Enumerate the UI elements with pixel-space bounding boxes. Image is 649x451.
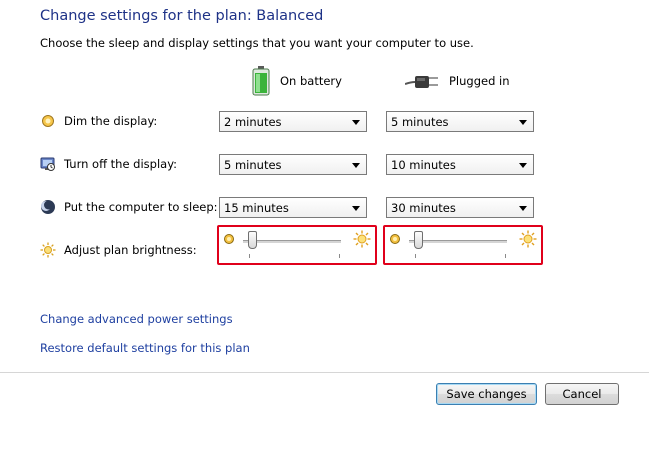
battery-brightness-highlight [217, 225, 377, 265]
battery-brightness-slider[interactable] [219, 227, 375, 263]
slider-tick [339, 254, 340, 258]
slider-track [243, 240, 341, 243]
chevron-down-icon [519, 120, 527, 125]
brightness-row-label: Adjust plan brightness: [40, 240, 197, 260]
power-plug-icon [405, 76, 438, 88]
sleep-plugged-select[interactable]: 30 minutes [386, 197, 534, 218]
battery-icon [252, 66, 270, 96]
plugged-column-header: Plugged in [405, 66, 510, 96]
page-title: Change settings for the plan: Balanced [40, 8, 324, 24]
dim-display-icon [42, 115, 54, 127]
advanced-settings-link[interactable]: Change advanced power settings [40, 312, 233, 326]
dim-display-battery-select[interactable]: 2 minutes [219, 111, 367, 132]
footer-divider [0, 372, 649, 373]
battery-column-header: On battery [252, 66, 342, 96]
save-changes-button[interactable]: Save changes [436, 383, 537, 405]
display-off-battery-select[interactable]: 5 minutes [219, 154, 367, 175]
dim-brightness-icon [224, 234, 234, 244]
slider-thumb[interactable] [414, 231, 424, 249]
display-off-plugged-select[interactable]: 10 minutes [386, 154, 534, 175]
display-off-icon [40, 157, 55, 171]
sleep-row-label: Put the computer to sleep: [40, 197, 218, 217]
dim-display-plugged-select[interactable]: 5 minutes [386, 111, 534, 132]
dim-display-row-label: Dim the display: [40, 111, 157, 131]
plugged-brightness-slider[interactable] [385, 227, 541, 263]
cancel-button[interactable]: Cancel [545, 383, 619, 405]
battery-column-label: On battery [280, 74, 342, 88]
chevron-down-icon [519, 163, 527, 168]
plugged-brightness-highlight [383, 225, 543, 265]
sleep-moon-icon [41, 200, 55, 214]
chevron-down-icon [352, 163, 360, 168]
slider-track [409, 240, 507, 243]
slider-tick [415, 254, 416, 258]
slider-tick [249, 254, 250, 258]
chevron-down-icon [352, 120, 360, 125]
chevron-down-icon [519, 206, 527, 211]
bright-brightness-icon [519, 230, 537, 248]
slider-thumb[interactable] [248, 231, 258, 249]
brightness-sun-icon [40, 242, 56, 258]
dim-brightness-icon [390, 234, 400, 244]
sleep-battery-select[interactable]: 15 minutes [219, 197, 367, 218]
page-subtitle: Choose the sleep and display settings th… [40, 36, 474, 50]
plugged-column-label: Plugged in [449, 74, 510, 88]
slider-tick [505, 254, 506, 258]
chevron-down-icon [352, 206, 360, 211]
display-off-row-label: Turn off the display: [40, 154, 177, 174]
restore-defaults-link[interactable]: Restore default settings for this plan [40, 341, 250, 355]
bright-brightness-icon [353, 230, 371, 248]
